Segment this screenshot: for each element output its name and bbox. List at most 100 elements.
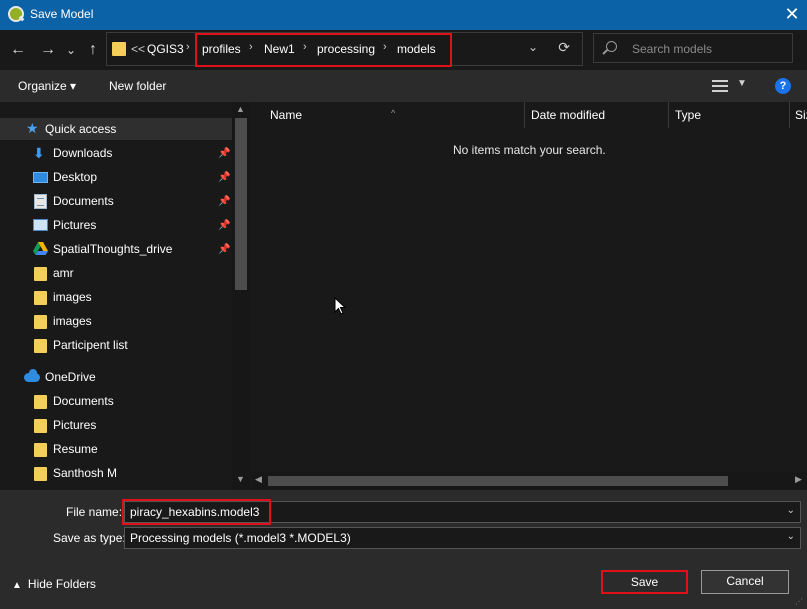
sidebar-item-onedrive[interactable]: OneDrive	[0, 366, 232, 388]
save-button[interactable]: Save	[601, 570, 688, 594]
folder-icon	[34, 267, 47, 281]
sort-ascending-icon: ^	[391, 108, 396, 118]
scrollbar-thumb[interactable]	[235, 118, 247, 290]
sidebar-item-onedrive-pictures[interactable]: Pictures	[0, 414, 232, 436]
folder-icon	[34, 467, 47, 481]
sidebar-item-santhosh-m[interactable]: Santhosh M	[0, 462, 232, 484]
column-header-type[interactable]: Type	[669, 102, 789, 128]
view-dropdown-icon[interactable]: ▼	[737, 78, 747, 89]
scrollbar-thumb[interactable]	[268, 476, 728, 486]
folder-icon	[112, 42, 126, 56]
sidebar-item-label: Participent list	[53, 338, 128, 352]
sidebar-item-label: Resume	[53, 442, 98, 456]
column-header-name[interactable]: Name ^	[252, 102, 524, 128]
column-label: Type	[675, 108, 702, 122]
up-button[interactable]: ↑	[82, 39, 104, 61]
file-name-highlight-box	[122, 499, 271, 525]
pin-icon: 📌	[218, 244, 231, 255]
column-header-date-modified[interactable]: Date modified	[525, 102, 668, 128]
chevron-down-icon[interactable]: ⌄	[528, 40, 538, 54]
google-drive-icon	[33, 242, 48, 255]
new-folder-button[interactable]: New folder	[109, 79, 166, 93]
column-header-size[interactable]: Size	[790, 102, 807, 128]
documents-icon	[34, 194, 47, 209]
sidebar-item-quick-access[interactable]: ★ Quick access	[0, 118, 232, 140]
sidebar-item-documents[interactable]: Documents 📌	[0, 190, 232, 212]
search-placeholder: Search models	[632, 42, 713, 56]
recent-locations-button[interactable]: ⌄	[62, 39, 80, 61]
scroll-right-icon[interactable]: ▶	[795, 474, 802, 485]
breadcrumb-qgis3[interactable]: QGIS3	[147, 42, 184, 56]
mouse-cursor-icon	[334, 297, 346, 315]
sidebar-item-downloads[interactable]: ⬇ Downloads 📌	[0, 142, 232, 164]
save-as-type-label: Save as type:	[53, 531, 126, 545]
save-as-type-value: Processing models (*.model3 *.MODEL3)	[130, 531, 351, 545]
chevron-down-icon[interactable]: ⌄	[787, 531, 795, 542]
sidebar-item-label: Quick access	[45, 122, 117, 136]
sidebar-item-amr[interactable]: amr	[0, 262, 232, 284]
pin-icon: 📌	[218, 196, 231, 207]
sidebar-item-label: Santhosh M	[53, 466, 118, 480]
sidebar-item-label: Pictures	[53, 218, 97, 232]
close-button[interactable]: ✕	[777, 0, 807, 30]
download-icon: ⬇	[33, 145, 45, 161]
folder-icon	[34, 291, 47, 305]
pin-icon: 📌	[218, 148, 231, 159]
sidebar-item-label: SpatialThoughts_drive	[53, 242, 173, 256]
folder-icon	[34, 395, 47, 409]
navigation-pane: ★ Quick access ⬇ Downloads 📌 Desktop 📌 D…	[0, 102, 250, 490]
sidebar-item-images-2[interactable]: images	[0, 310, 232, 332]
column-label: Size	[795, 108, 807, 122]
sidebar-item-onedrive-documents[interactable]: Documents	[0, 390, 232, 412]
scroll-up-icon[interactable]: ▲	[236, 104, 245, 114]
column-label: Name	[270, 108, 303, 122]
chevron-down-icon[interactable]: ⌄	[787, 505, 795, 516]
sidebar-item-resume[interactable]: Resume	[0, 438, 232, 460]
sidebar-item-pictures[interactable]: Pictures 📌	[0, 214, 232, 236]
folder-icon	[34, 419, 47, 433]
refresh-button[interactable]: ⟳	[558, 39, 570, 56]
breadcrumb-overflow[interactable]: <<	[131, 42, 145, 56]
search-input[interactable]: Search models	[593, 33, 793, 63]
folder-icon	[34, 315, 47, 329]
hide-folders-toggle[interactable]: ▲ Hide Folders	[12, 577, 96, 591]
view-options-icon[interactable]	[712, 80, 728, 92]
window-title: Save Model	[30, 7, 94, 21]
breadcrumb-separator: ›	[186, 41, 190, 53]
forward-button[interactable]: →	[37, 39, 59, 61]
sidebar-item-label: Desktop	[53, 170, 98, 184]
pin-icon: 📌	[218, 220, 231, 231]
resize-grip-icon[interactable]: ⋰	[795, 597, 803, 606]
nav-pane-scrollbar[interactable]: ▲ ▼	[232, 102, 250, 490]
pictures-icon	[33, 219, 48, 231]
onedrive-cloud-icon	[24, 369, 40, 382]
sidebar-item-participent-list[interactable]: Participent list	[0, 334, 232, 356]
back-button[interactable]: ←	[7, 39, 29, 61]
folder-icon	[34, 443, 47, 457]
file-list-horizontal-scrollbar[interactable]: ◀ ▶	[252, 472, 807, 490]
sidebar-item-label: Documents	[53, 194, 114, 208]
sidebar-item-label: Documents	[53, 394, 114, 408]
desktop-icon	[33, 172, 48, 183]
sidebar-item-spatialthoughts-drive[interactable]: SpatialThoughts_drive 📌	[0, 238, 232, 260]
command-toolbar: Organize ▾ New folder ▼ ?	[0, 70, 807, 102]
file-list-pane: Name ^ Date modified Type Size No items …	[252, 102, 807, 490]
scroll-down-icon[interactable]: ▼	[236, 474, 245, 484]
hide-folders-label: Hide Folders	[27, 577, 96, 591]
file-name-label: File name:	[66, 505, 123, 519]
sidebar-item-desktop[interactable]: Desktop 📌	[0, 166, 232, 188]
sidebar-item-label: images	[53, 314, 92, 328]
save-as-type-select[interactable]: Processing models (*.model3 *.MODEL3) ⌄	[124, 527, 801, 549]
pin-icon: 📌	[218, 172, 231, 183]
sidebar-item-images[interactable]: images	[0, 286, 232, 308]
sidebar-item-label: Downloads	[53, 146, 113, 160]
empty-folder-message: No items match your search.	[453, 143, 606, 157]
help-icon[interactable]: ?	[775, 78, 791, 94]
scroll-left-icon[interactable]: ◀	[255, 474, 262, 485]
breadcrumb-highlight-box	[195, 33, 452, 67]
sidebar-item-label: Pictures	[53, 418, 97, 432]
qgis-app-icon	[8, 6, 24, 22]
cancel-button[interactable]: Cancel	[701, 570, 789, 594]
organize-menu[interactable]: Organize ▾	[18, 79, 76, 93]
chevron-up-icon: ▲	[12, 580, 22, 591]
